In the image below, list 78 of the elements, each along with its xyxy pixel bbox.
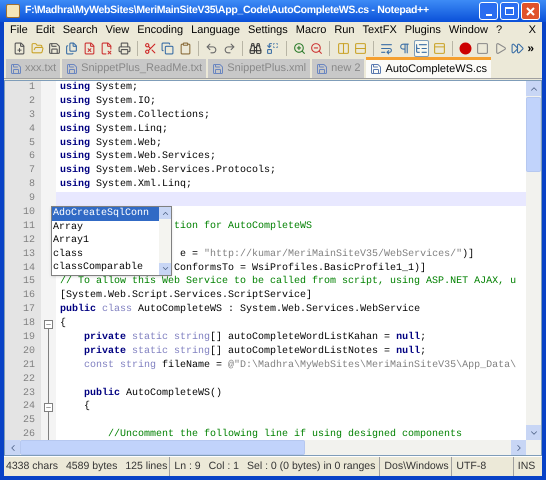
code-line: [System.Web.Script.Services.ScriptService] xyxy=(60,289,312,304)
line-number: 3 xyxy=(28,108,36,123)
code-line: // To allow this Web Service to be called from script, using ASP.NET AJAX, u xyxy=(60,275,516,290)
line-number: 12 xyxy=(22,234,36,248)
code-line: const string fileName = @"D:\Madhra\MyWebSites\MeriMainSiteV35\App_Data\ xyxy=(84,358,516,373)
code-line: e = "http://kumar/MeriMainSiteV35/WebServices/")] xyxy=(180,248,474,262)
line-number: 15 xyxy=(22,275,36,290)
line-number: 9 xyxy=(28,192,36,206)
code-line: public AutoCompleteWS() xyxy=(84,386,222,400)
code-line: using System.Collections; xyxy=(60,108,210,123)
status-text: Sel : 0 (0 bytes) in 0 ranges xyxy=(247,458,376,474)
window-title: F:\Madhra\MyWebSites\MeriMainSiteV35\App_Code\AutoCompleteWS.cs - Notepad++ xyxy=(25,3,429,18)
code-line: tion for AutoCompleteWS xyxy=(174,220,312,234)
line-number: 11 xyxy=(22,220,36,234)
line-number: 18 xyxy=(22,317,36,332)
line-number: 25 xyxy=(22,414,36,428)
line-number: 26 xyxy=(22,428,36,440)
line-number: 7 xyxy=(28,164,36,178)
line-number: 6 xyxy=(28,150,36,164)
menu-item[interactable]: Macro xyxy=(292,22,330,38)
code-line: using System.Xml.Linq; xyxy=(60,178,192,192)
line-number: 1 xyxy=(28,81,36,95)
status-text: 4589 bytes xyxy=(66,458,118,474)
menu-item[interactable]: ? xyxy=(492,22,506,38)
line-number: 20 xyxy=(22,344,36,359)
code-line: using System.Web; xyxy=(60,136,162,150)
menu-item[interactable]: Plugins xyxy=(400,22,445,38)
tab[interactable]: AutoCompleteWS.cs xyxy=(366,57,491,78)
line-number: 23 xyxy=(22,386,36,400)
line-number: 14 xyxy=(22,262,36,276)
line-number: 17 xyxy=(22,303,36,318)
menu-item[interactable]: Edit xyxy=(32,22,59,38)
line-number: 4 xyxy=(28,122,36,137)
menu-item[interactable]: Search xyxy=(58,22,102,38)
toolbar-overflow-button[interactable]: » xyxy=(527,39,534,57)
line-number: 16 xyxy=(22,289,36,304)
code-line: using System.IO; xyxy=(60,94,156,109)
code-line: using System; xyxy=(60,81,138,95)
suggestion-item[interactable]: Array xyxy=(52,220,159,234)
code-line: { xyxy=(60,317,66,332)
code-line: private static string[] autoCompleteWordListKahan = null; xyxy=(84,331,426,345)
menu-item[interactable]: File xyxy=(6,22,32,38)
suggestion-item[interactable]: Array1 xyxy=(52,234,159,248)
line-number: 21 xyxy=(22,358,36,373)
status-text: 125 lines xyxy=(125,458,168,474)
menu-item[interactable]: View xyxy=(102,22,134,38)
code-line: using System.Web.Services.Protocols; xyxy=(60,164,276,178)
menu-item[interactable]: TextFX xyxy=(358,22,401,38)
line-number: 22 xyxy=(22,372,36,387)
code-line: using System.Linq; xyxy=(60,122,168,137)
line-number: 19 xyxy=(22,331,36,345)
code-line: ConformsTo = WsiProfiles.BasicProfile1_1)] xyxy=(174,262,426,276)
status-text: UTF-8 xyxy=(456,458,486,474)
code-line: private static string[] autoCompleteWordListNotes = null; xyxy=(84,344,426,359)
code-line: //Uncomment the following line if using designed components xyxy=(108,428,462,440)
menu-item[interactable]: Settings xyxy=(244,22,292,38)
status-text: Dos\Windows xyxy=(384,458,449,474)
menu-item[interactable]: Language xyxy=(187,22,244,38)
menu-item[interactable]: Run xyxy=(330,22,359,38)
code-line: using System.Web.Services; xyxy=(60,150,216,164)
line-number: 24 xyxy=(22,400,36,414)
close-document-button[interactable]: X xyxy=(524,22,540,38)
status-text: Col : 1 xyxy=(208,458,239,474)
code-line: public class AutoCompleteWS : System.Web.Services.WebService xyxy=(60,303,420,318)
line-number: 10 xyxy=(22,206,36,220)
menu-item[interactable]: Window xyxy=(444,22,492,38)
line-number: 13 xyxy=(22,248,36,262)
line-number: 5 xyxy=(28,136,36,150)
code-line: { xyxy=(84,400,90,414)
line-number: 8 xyxy=(28,178,36,192)
line-number: 2 xyxy=(28,94,36,109)
menu-item[interactable]: Encoding xyxy=(133,22,188,38)
status-text: 4338 chars xyxy=(6,458,58,474)
suggestion-item[interactable]: AdoCreateSqlConn xyxy=(52,207,159,220)
suggestion-item[interactable]: classComparable xyxy=(52,261,159,274)
status-text: Ln : 9 xyxy=(174,458,201,474)
status-text: INS xyxy=(518,458,536,474)
suggestion-item[interactable]: class xyxy=(52,248,159,261)
